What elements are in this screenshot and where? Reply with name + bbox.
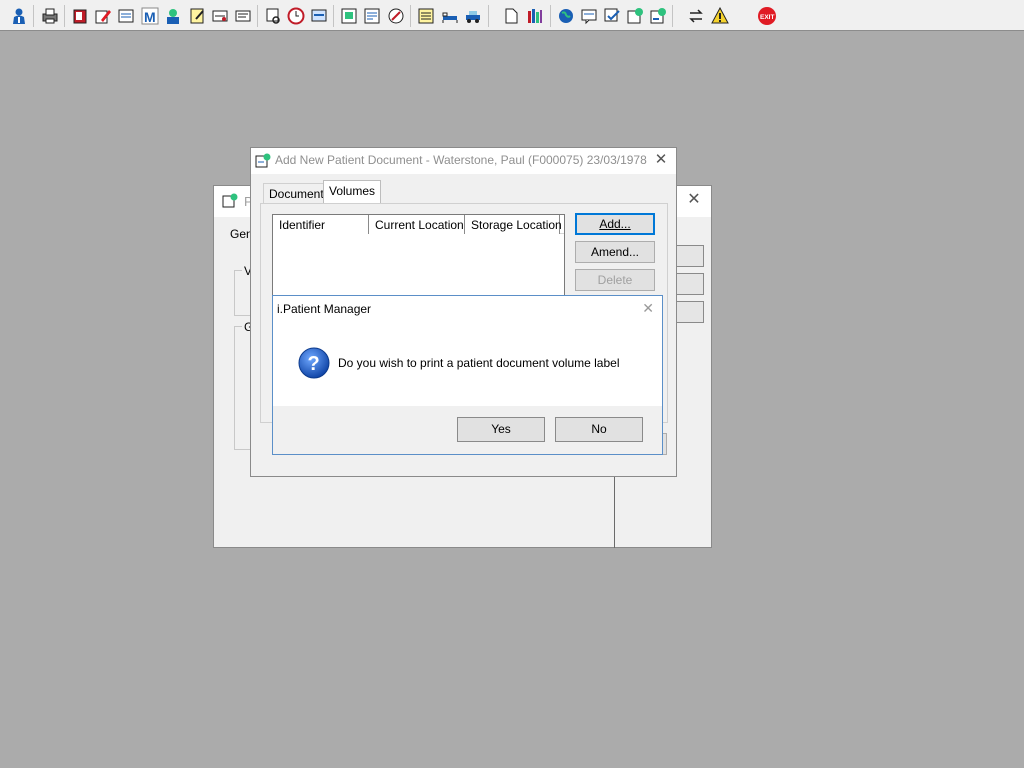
add-document-title: Add New Patient Document - Waterstone, P… [275,153,647,167]
amend-button[interactable]: Amend... [575,241,655,263]
doc-view-icon[interactable] [362,6,382,26]
chat-icon[interactable] [579,6,599,26]
add-button[interactable]: Add... [575,213,655,235]
warning-icon[interactable] [710,6,730,26]
main-toolbar: M EXIT [0,0,1024,31]
tab-volumes[interactable]: Volumes [323,180,382,203]
messagebox-body: i.Patient Manager ✕ ? Do you wish to pri… [273,296,662,406]
globe-icon[interactable] [386,6,406,26]
add-document-titlebar: Add New Patient Document - Waterstone, P… [251,148,676,174]
svg-text:M: M [144,9,156,25]
earth-icon[interactable] [556,6,576,26]
pencil-icon[interactable] [93,6,113,26]
notepad-icon[interactable] [187,6,207,26]
record-icon[interactable] [210,6,230,26]
books-icon[interactable] [525,6,545,26]
screen-icon[interactable] [309,6,329,26]
yes-button[interactable]: Yes [457,417,545,442]
notes-icon[interactable] [416,6,436,26]
messagebox-title: i.Patient Manager [277,302,372,316]
scissors-icon[interactable] [263,6,283,26]
delete-button[interactable]: Delete [575,269,655,291]
exit-icon[interactable]: EXIT [757,6,777,26]
check-doc-icon[interactable] [602,6,622,26]
app-window-icon [222,193,238,212]
tab-document[interactable]: Document [263,183,330,203]
close-icon[interactable]: ✕ [685,191,703,209]
tab-volumes-label: Volumes [329,184,376,198]
printer-icon[interactable] [40,6,60,26]
clock-icon[interactable] [286,6,306,26]
tab-document-label: Document [269,187,324,201]
volumes-list-header: Identifier Current Location Storage Loca… [273,215,564,234]
transfer2-icon[interactable] [648,6,668,26]
swap-icon[interactable] [686,6,706,26]
transfer-icon[interactable] [625,6,645,26]
bed-icon[interactable] [440,6,460,26]
m-icon[interactable]: M [140,6,160,26]
no-button[interactable]: No [555,417,643,442]
add-button-label: Add... [599,217,631,231]
no-button-label: No [591,422,607,436]
book-icon[interactable] [70,6,90,26]
svg-text:?: ? [308,353,320,375]
close-icon[interactable]: ✕ [642,300,654,316]
print-label-messagebox: i.Patient Manager ✕ ? Do you wish to pri… [272,295,663,455]
column-storage-location[interactable]: Storage Location [465,215,562,234]
close-icon[interactable]: ✕ [652,151,670,169]
column-current-location[interactable]: Current Location [369,215,465,234]
image-icon[interactable] [339,6,359,26]
doctor-icon[interactable] [9,6,29,26]
edit-icon[interactable] [116,6,136,26]
document-window-icon [255,153,271,172]
yes-button-label: Yes [491,422,511,436]
question-icon: ? [298,347,330,382]
car-icon[interactable] [463,6,483,26]
patient-icon[interactable] [163,6,183,26]
column-identifier[interactable]: Identifier [273,215,369,234]
delete-button-label: Delete [597,273,633,287]
page-icon[interactable] [501,6,521,26]
exit-label: EXIT [760,14,774,21]
messagebox-message: Do you wish to print a patient document … [338,356,620,370]
amend-button-label: Amend... [590,245,640,259]
record2-icon[interactable] [233,6,253,26]
